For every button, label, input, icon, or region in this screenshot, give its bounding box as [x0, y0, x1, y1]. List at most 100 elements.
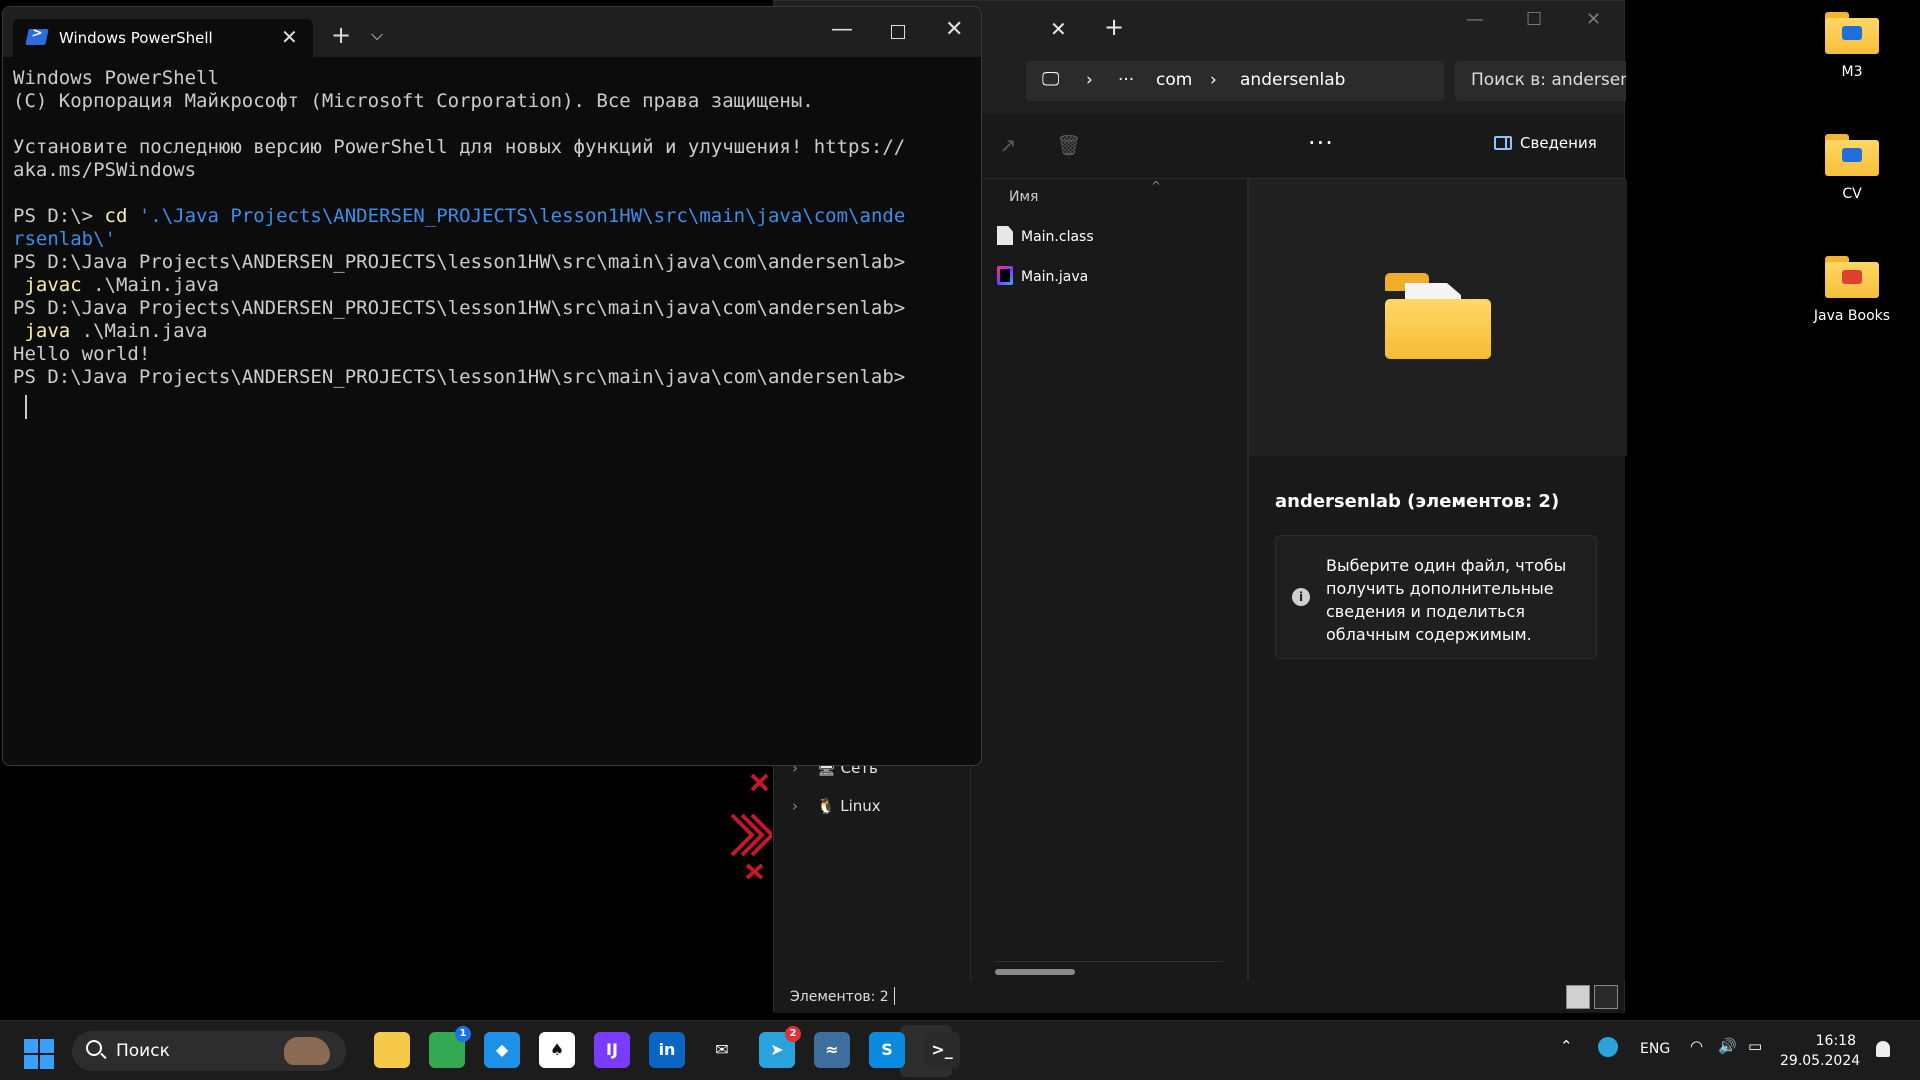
- preview-area: [1249, 179, 1627, 456]
- status-divider: [894, 987, 895, 1005]
- telegram-icon[interactable]: ➤ 2: [759, 1026, 801, 1068]
- terminal-line: javac .\Main.java: [13, 274, 968, 297]
- clock[interactable]: 16:18 29.05.2024: [1780, 1031, 1861, 1071]
- terminal-titlebar: Windows PowerShell ✕ + ⌵ — ✕: [3, 7, 981, 57]
- breadcrumb-overflow[interactable]: ···: [1118, 70, 1134, 90]
- terminal-text: PS D:\Java Projects\ANDERSEN_PROJECTS\le…: [13, 251, 906, 273]
- linux-icon: 🐧: [816, 797, 836, 815]
- chrome-icon[interactable]: 1: [429, 1026, 471, 1068]
- details-hint: Выберите один файл, чтобы получить допол…: [1326, 556, 1567, 644]
- search-label: Поиск: [116, 1041, 170, 1061]
- breadcrumb-separator-icon: ›: [1086, 70, 1093, 90]
- mail-icon[interactable]: ✉: [704, 1032, 740, 1068]
- terminal-text: '.\Java Projects\ANDERSEN_PROJECTS\lesso…: [127, 205, 906, 227]
- clock-time: 16:18: [1815, 1033, 1856, 1049]
- tiles-view-icon[interactable]: [1594, 985, 1618, 1009]
- terminal-line: PS D:\Java Projects\ANDERSEN_PROJECTS\le…: [13, 251, 968, 274]
- item-count: Элементов: 2: [790, 989, 889, 1005]
- terminal-text: .\Main.java: [70, 320, 208, 342]
- docker-icon[interactable]: ◆: [484, 1032, 520, 1068]
- minimize-icon[interactable]: —: [1466, 9, 1484, 30]
- chevron-right-icon[interactable]: ›: [792, 797, 812, 815]
- close-window-icon[interactable]: ✕: [1586, 9, 1601, 30]
- notification-badge: 1: [455, 1026, 471, 1042]
- terminal-text: Hello world!: [13, 343, 151, 365]
- intellij-icon[interactable]: IJ: [594, 1032, 630, 1068]
- volume-icon[interactable]: 🔊: [1718, 1037, 1737, 1055]
- taskbar-search[interactable]: Поиск: [72, 1031, 346, 1071]
- file-row-main-java[interactable]: Main.java: [997, 265, 1088, 289]
- desktop-folder-cv[interactable]: CV: [1802, 134, 1902, 202]
- nav-item-linux[interactable]: › 🐧 Linux: [792, 797, 881, 815]
- chevron-down-icon[interactable]: ⌵: [371, 25, 383, 45]
- desktop-folder-m3[interactable]: M3: [1802, 12, 1902, 80]
- share-icon[interactable]: ↗: [996, 133, 1020, 157]
- notification-badge: 2: [785, 1026, 801, 1042]
- telegram-tray-icon[interactable]: [1598, 1037, 1618, 1057]
- maximize-icon[interactable]: [891, 25, 905, 39]
- start-button[interactable]: [24, 1039, 54, 1069]
- breadcrumb-segment-com[interactable]: com: [1156, 70, 1192, 90]
- terminal-line: Hello world!: [13, 343, 968, 366]
- tab-title: Windows PowerShell: [59, 29, 213, 47]
- terminal-line: rsenlab\': [13, 228, 968, 251]
- folder-icon: [1825, 134, 1879, 176]
- terminal-output[interactable]: Windows PowerShell (C) Корпорация Майкрос…: [13, 67, 968, 389]
- terminal-line: (C) Корпорация Майкрософт (Microsoft Cor…: [13, 90, 968, 113]
- file-explorer-icon[interactable]: [374, 1032, 410, 1068]
- new-tab-icon[interactable]: +: [331, 21, 351, 49]
- info-icon: i: [1292, 588, 1310, 606]
- mysql-workbench-icon[interactable]: ≈: [814, 1032, 850, 1068]
- close-window-icon[interactable]: ✕: [945, 17, 963, 42]
- file-list: Имя ^ Main.class Main.java: [971, 179, 1223, 981]
- clock-date: 29.05.2024: [1780, 1053, 1861, 1069]
- breadcrumb[interactable]: 🖵 › ··· com › andersenlab: [1026, 61, 1444, 101]
- taskbar: Поиск 1 ◆ ♠ IJ in ✉ ➤ 2 ≈ S >_ ⌃ ENG ◠ 🔊 ▭ 16:18 2…: [0, 1020, 1920, 1080]
- close-tab-icon[interactable]: ✕: [1050, 17, 1067, 41]
- details-view-icon[interactable]: [1566, 985, 1590, 1009]
- wifi-icon[interactable]: ◠: [1690, 1037, 1703, 1055]
- search-highlight-image: [284, 1037, 330, 1065]
- terminal-line: java .\Main.java: [13, 320, 968, 343]
- maximize-icon[interactable]: ☐: [1526, 9, 1542, 30]
- terminal-text: .\Main.java: [81, 274, 219, 296]
- more-options-button[interactable]: ···: [1308, 129, 1334, 157]
- delete-icon[interactable]: 🗑: [1056, 133, 1081, 157]
- desktop-icon-label: M3: [1841, 64, 1863, 80]
- desktop-icon-label: CV: [1842, 186, 1862, 202]
- skype-icon[interactable]: S: [869, 1032, 905, 1068]
- search-icon: [86, 1040, 102, 1056]
- language-indicator[interactable]: ENG: [1640, 1041, 1670, 1057]
- file-row-main-class[interactable]: Main.class: [997, 225, 1094, 249]
- wallpaper-pattern: [730, 773, 772, 880]
- search-input[interactable]: Поиск в: andersenlab: [1455, 61, 1626, 101]
- minimize-icon[interactable]: —: [831, 17, 853, 42]
- terminal-line: aka.ms/PSWindows: [13, 159, 968, 182]
- column-header-name[interactable]: Имя: [1009, 189, 1038, 205]
- terminal-text: rsenlab\': [13, 228, 116, 250]
- breadcrumb-segment-andersenlab[interactable]: andersenlab: [1240, 70, 1345, 90]
- terminal-line: PS D:\> cd '.\Java Projects\ANDERSEN_PRO…: [13, 205, 968, 228]
- terminal-icon[interactable]: >_: [924, 1032, 960, 1068]
- github-desktop-icon[interactable]: ♠: [539, 1032, 575, 1068]
- linkedin-icon[interactable]: in: [649, 1032, 685, 1068]
- close-tab-icon[interactable]: ✕: [281, 25, 298, 49]
- status-bar: Элементов: 2: [774, 981, 1624, 1013]
- terminal-text: PS D:\Java Projects\ANDERSEN_PROJECTS\le…: [13, 366, 906, 388]
- folder-icon: [1825, 12, 1879, 54]
- nav-item-label: Linux: [840, 797, 881, 815]
- terminal-text: aka.ms/PSWindows: [13, 159, 197, 181]
- new-tab-icon[interactable]: +: [1104, 13, 1124, 41]
- computer-icon[interactable]: 🖵: [1042, 69, 1059, 90]
- details-pane-button[interactable]: Сведения: [1494, 134, 1597, 152]
- horizontal-scrollbar-thumb[interactable]: [995, 969, 1075, 975]
- desktop-folder-java-books[interactable]: Java Books: [1802, 256, 1902, 324]
- folder-preview-icon: [1385, 273, 1491, 359]
- notification-bell-icon[interactable]: [1876, 1041, 1890, 1057]
- terminal-tab[interactable]: Windows PowerShell ✕: [13, 19, 313, 57]
- class-file-icon: [997, 226, 1013, 245]
- chevron-up-icon[interactable]: ⌃: [1560, 1037, 1573, 1055]
- terminal-line: Установите последнюю версию PowerShell д…: [13, 136, 968, 159]
- battery-icon[interactable]: ▭: [1748, 1037, 1762, 1055]
- details-info-card: i Выберите один файл, чтобы получить доп…: [1275, 535, 1597, 659]
